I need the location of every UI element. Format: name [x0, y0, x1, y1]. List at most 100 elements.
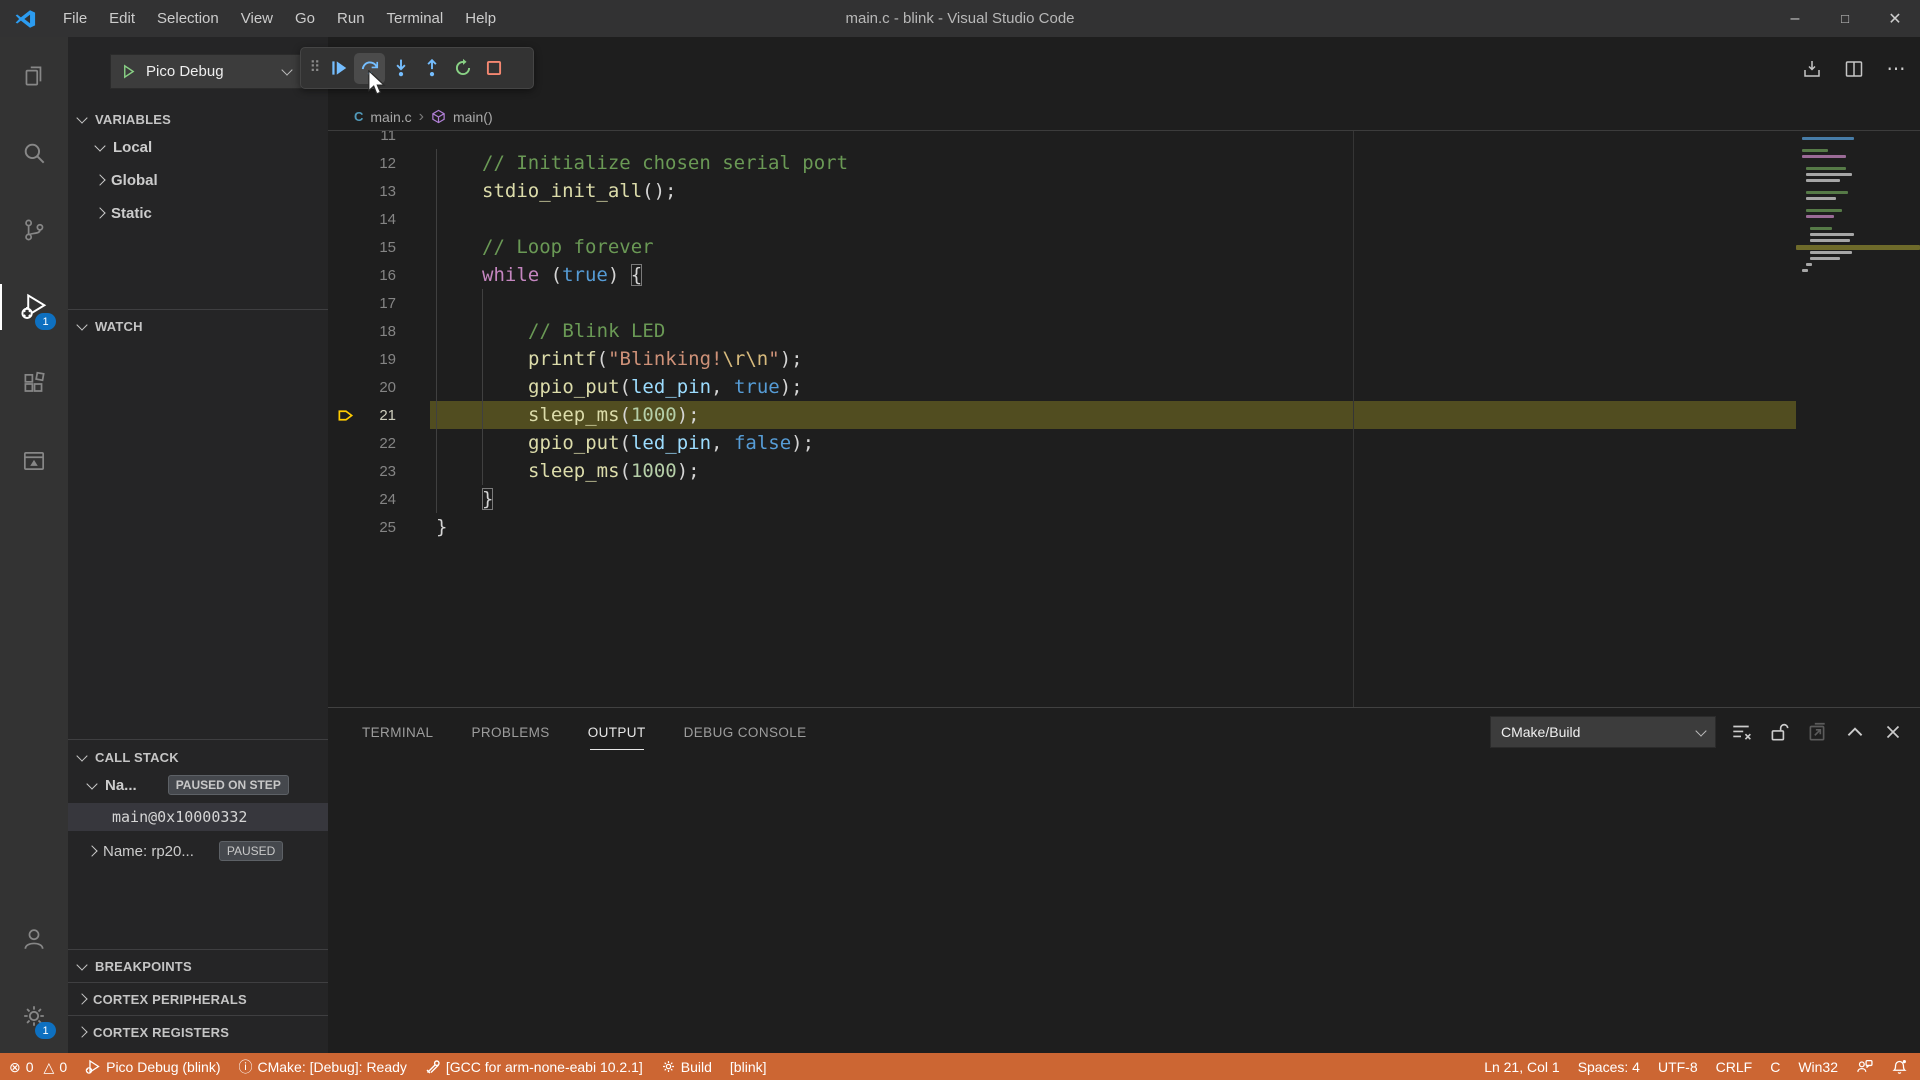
menu-help[interactable]: Help: [454, 0, 507, 37]
close-panel-icon[interactable]: [1880, 719, 1906, 745]
platform-status[interactable]: Win32: [1789, 1053, 1847, 1080]
tab-terminal[interactable]: TERMINAL: [362, 721, 433, 744]
launch-config-select[interactable]: Pico Debug: [110, 54, 302, 89]
code-text: gpio_put(led_pin, true);: [402, 376, 803, 398]
code-viewport[interactable]: 11 12// Initialize chosen serial port13st…: [328, 131, 1920, 707]
variables-scope-global[interactable]: Global: [68, 165, 328, 195]
language-mode-status[interactable]: C: [1761, 1053, 1789, 1080]
editor-ruler: [1353, 131, 1354, 707]
extensions-icon[interactable]: [0, 353, 68, 415]
breadcrumb-file[interactable]: main.c: [370, 109, 411, 125]
clear-output-icon[interactable]: [1728, 719, 1754, 745]
menu-selection[interactable]: Selection: [146, 0, 230, 37]
line-number: 16: [362, 267, 402, 284]
call-stack-thread-1[interactable]: Na... PAUSED ON STEP: [68, 770, 328, 800]
step-over-button[interactable]: [354, 53, 385, 84]
cortex-registers-section-header[interactable]: CORTEX REGISTERS: [68, 1017, 328, 1047]
split-editor-icon[interactable]: [1840, 55, 1868, 83]
code-line-16[interactable]: 16while (true) {: [328, 261, 1920, 289]
call-stack-thread-2[interactable]: Name: rp20... PAUSED: [68, 836, 328, 866]
feedback-icon[interactable]: [1847, 1053, 1882, 1080]
cortex-peripherals-section-header[interactable]: CORTEX PERIPHERALS: [68, 984, 328, 1014]
stop-button[interactable]: [478, 53, 509, 84]
open-output-in-editor-icon[interactable]: [1804, 719, 1830, 745]
source-control-icon[interactable]: [0, 199, 68, 261]
run-project-icon[interactable]: [1798, 55, 1826, 83]
indent-guide: [436, 149, 437, 513]
variables-section-header[interactable]: VARIABLES: [68, 104, 328, 134]
minimap-line: [1796, 245, 1920, 250]
toolbar-drag-handle-icon[interactable]: ⠿: [305, 63, 323, 73]
tab-output[interactable]: OUTPUT: [588, 721, 646, 744]
chevron-down-icon: [76, 959, 87, 970]
chevron-down-icon: [94, 140, 105, 151]
line-number: 11: [362, 131, 402, 144]
menu-file[interactable]: File: [52, 0, 98, 37]
call-stack-section-header[interactable]: CALL STACK: [68, 742, 328, 772]
unlock-scroll-icon[interactable]: [1766, 719, 1792, 745]
minimap[interactable]: [1796, 131, 1920, 707]
c-file-icon: C: [354, 109, 363, 124]
breakpoints-section-header[interactable]: BREAKPOINTS: [68, 951, 328, 981]
output-channel-select[interactable]: CMake/Build: [1490, 716, 1716, 748]
minimap-line: [1806, 263, 1812, 266]
build-target-status[interactable]: [blink]: [721, 1053, 776, 1080]
pico-kit-icon[interactable]: [0, 430, 68, 492]
code-text: }: [402, 488, 493, 510]
code-line-19[interactable]: 19printf("Blinking!\r\n");: [328, 345, 1920, 373]
notifications-bell-icon[interactable]: [1882, 1053, 1920, 1080]
eol-status[interactable]: CRLF: [1707, 1053, 1762, 1080]
code-line-22[interactable]: 22gpio_put(led_pin, false);: [328, 429, 1920, 457]
menu-edit[interactable]: Edit: [98, 0, 146, 37]
menu-terminal[interactable]: Terminal: [376, 0, 455, 37]
code-line-13[interactable]: 13stdio_init_all();: [328, 177, 1920, 205]
watch-section-header[interactable]: WATCH: [68, 311, 328, 341]
menu-go[interactable]: Go: [284, 0, 326, 37]
code-line-21[interactable]: 21sleep_ms(1000);: [328, 401, 1920, 429]
code-line-23[interactable]: 23sleep_ms(1000);: [328, 457, 1920, 485]
line-number: 18: [362, 323, 402, 340]
step-into-button[interactable]: [385, 53, 416, 84]
breadcrumb-separator: ›: [419, 108, 424, 126]
code-line-17[interactable]: 17: [328, 289, 1920, 317]
code-line-24[interactable]: 24}: [328, 485, 1920, 513]
variables-scope-local[interactable]: Local: [68, 132, 328, 162]
maximize-button[interactable]: □: [1820, 0, 1870, 37]
minimize-button[interactable]: –: [1770, 0, 1820, 37]
menu-view[interactable]: View: [230, 0, 284, 37]
debug-session-status[interactable]: Pico Debug (blink): [76, 1053, 229, 1080]
run-and-debug-icon[interactable]: 1: [0, 276, 68, 338]
code-line-11[interactable]: 11: [328, 131, 1920, 149]
call-stack-frame-selected[interactable]: main@0x10000332: [68, 803, 328, 831]
more-actions-icon[interactable]: ⋯: [1882, 55, 1910, 83]
variables-scope-static[interactable]: Static: [68, 198, 328, 228]
close-button[interactable]: ✕: [1870, 0, 1920, 37]
debug-session-badge: 1: [35, 313, 56, 330]
code-line-20[interactable]: 20gpio_put(led_pin, true);: [328, 373, 1920, 401]
problems-status[interactable]: ⊗ 0 △ 0: [0, 1053, 76, 1080]
continue-button[interactable]: [323, 53, 354, 84]
breadcrumb[interactable]: C main.c › main(): [328, 103, 1920, 131]
cmake-build-button[interactable]: Build: [652, 1053, 721, 1080]
indentation-status[interactable]: Spaces: 4: [1569, 1053, 1649, 1080]
cmake-status[interactable]: ⓘ CMake: [Debug]: Ready: [230, 1053, 416, 1080]
cmake-kit-status[interactable]: [GCC for arm-none-eabi 10.2.1]: [416, 1053, 652, 1080]
account-icon[interactable]: [0, 908, 68, 970]
code-line-18[interactable]: 18// Blink LED: [328, 317, 1920, 345]
tab-debug-console[interactable]: DEBUG CONSOLE: [684, 721, 807, 744]
explorer-icon[interactable]: [0, 45, 68, 107]
code-line-14[interactable]: 14: [328, 205, 1920, 233]
cursor-position-status[interactable]: Ln 21, Col 1: [1475, 1053, 1569, 1080]
maximize-panel-icon[interactable]: [1842, 719, 1868, 745]
restart-button[interactable]: [447, 53, 478, 84]
tab-problems[interactable]: PROBLEMS: [471, 721, 549, 744]
encoding-status[interactable]: UTF-8: [1649, 1053, 1707, 1080]
step-out-button[interactable]: [416, 53, 447, 84]
breadcrumb-symbol[interactable]: main(): [453, 109, 493, 125]
settings-gear-icon[interactable]: 1: [0, 985, 68, 1047]
menu-run[interactable]: Run: [326, 0, 376, 37]
code-line-15[interactable]: 15// Loop forever: [328, 233, 1920, 261]
code-line-25[interactable]: 25}: [328, 513, 1920, 541]
search-icon[interactable]: [0, 122, 68, 184]
code-line-12[interactable]: 12// Initialize chosen serial port: [328, 149, 1920, 177]
